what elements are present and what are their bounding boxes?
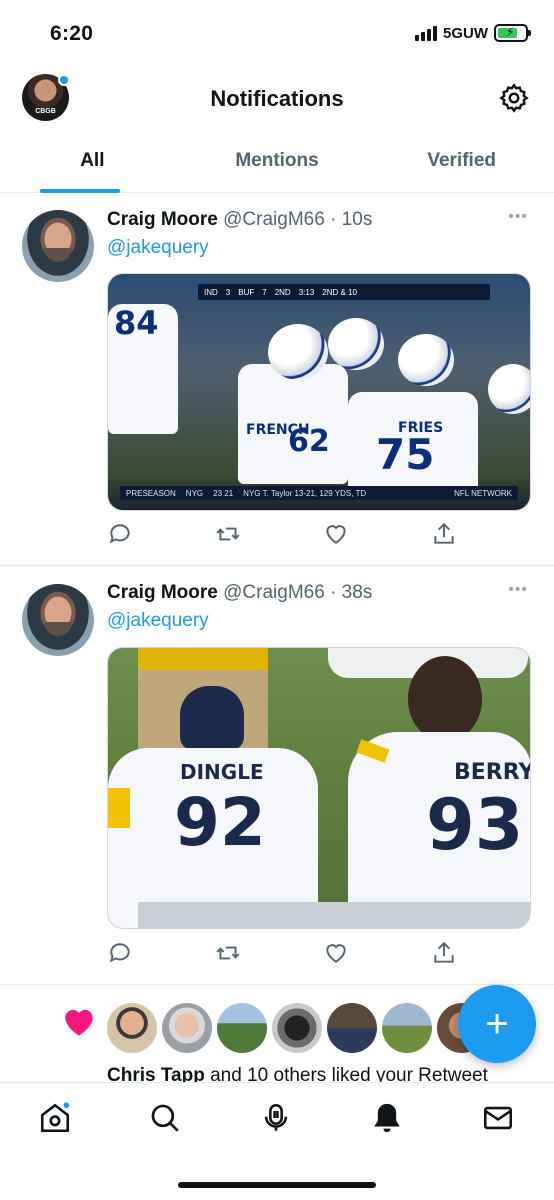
avatar[interactable] — [327, 1003, 377, 1053]
notifications-icon[interactable] — [370, 1101, 404, 1135]
football-image: DINGLE 92 BERRY 93 — [108, 648, 530, 928]
like-icon[interactable] — [323, 940, 349, 966]
avatar[interactable] — [22, 584, 94, 656]
status-bar: 6:20 5GUW ⚡ — [0, 0, 554, 70]
header: CBGB Notifications — [0, 70, 554, 130]
status-indicators: 5GUW ⚡ — [415, 24, 531, 42]
page-title: Notifications — [210, 86, 344, 111]
tweet-time: · 38s — [330, 582, 373, 603]
compose-button[interactable]: + — [458, 985, 536, 1063]
reply-icon[interactable] — [107, 521, 133, 547]
author-handle[interactable]: @CraigM66 — [223, 582, 325, 603]
tweet-actions — [107, 940, 457, 966]
tweet[interactable]: Craig Moore @CraigM66 · 38s ••• @jakeque… — [0, 566, 554, 985]
avatar[interactable] — [272, 1003, 322, 1053]
new-indicator-dot — [58, 74, 70, 86]
spaces-icon[interactable] — [259, 1101, 293, 1135]
tab-verified[interactable]: Verified — [369, 140, 554, 192]
author-name[interactable]: Craig Moore — [107, 209, 218, 230]
tweet-header: Craig Moore @CraigM66 · 10s — [107, 209, 372, 231]
share-icon[interactable] — [431, 521, 457, 547]
messages-icon[interactable] — [481, 1101, 515, 1135]
search-icon[interactable] — [148, 1101, 182, 1135]
more-options-icon[interactable]: ••• — [508, 581, 528, 599]
author-handle[interactable]: @CraigM66 — [223, 209, 325, 230]
tab-label: Mentions — [235, 150, 319, 171]
scorebug: IND 3 BUF 7 2ND 3:13 2ND & 10 — [198, 284, 490, 300]
tweet-header: Craig Moore @CraigM66 · 38s — [107, 582, 372, 604]
like-icon[interactable] — [323, 521, 349, 547]
avatar[interactable] — [162, 1003, 212, 1053]
tab-bar: All Mentions Verified — [0, 140, 554, 193]
avatar[interactable] — [107, 1003, 157, 1053]
tweet-time: · 10s — [330, 209, 373, 230]
author-name[interactable]: Craig Moore — [107, 582, 218, 603]
tab-all[interactable]: All — [0, 140, 185, 193]
home-icon[interactable] — [38, 1101, 72, 1135]
battery-icon: ⚡ — [494, 24, 531, 42]
network-label: 5GUW — [443, 24, 488, 42]
more-options-icon[interactable]: ••• — [508, 208, 528, 226]
tweet-media[interactable]: IND 3 BUF 7 2ND 3:13 2ND & 10 84 FRENCH … — [107, 273, 531, 511]
bottom-nav — [0, 1082, 554, 1200]
retweet-icon[interactable] — [215, 521, 241, 547]
home-indicator — [178, 1182, 376, 1188]
avatar[interactable] — [22, 210, 94, 282]
tab-mentions[interactable]: Mentions — [185, 140, 370, 192]
gear-icon[interactable] — [498, 82, 530, 114]
status-time: 6:20 — [50, 22, 94, 45]
heart-icon — [65, 1009, 93, 1036]
avatar[interactable] — [382, 1003, 432, 1053]
mention-link[interactable]: @jakequery — [107, 237, 209, 259]
tab-label: All — [80, 150, 105, 171]
reply-icon[interactable] — [107, 940, 133, 966]
liker-avatars — [107, 1003, 487, 1053]
tweet[interactable]: Craig Moore @CraigM66 · 10s ••• @jakeque… — [0, 194, 554, 566]
score-ticker: PRESEASON NYG 23 21 NYG T. Taylor 13-21,… — [120, 486, 518, 500]
tweet-actions — [107, 521, 457, 547]
tab-label: Verified — [427, 150, 496, 171]
mention-link[interactable]: @jakequery — [107, 610, 209, 632]
tweet-media[interactable]: DINGLE 92 BERRY 93 — [107, 647, 531, 929]
active-tab-indicator — [40, 189, 120, 193]
charging-icon: ⚡ — [506, 25, 515, 39]
football-image: IND 3 BUF 7 2ND 3:13 2ND & 10 84 FRENCH … — [108, 274, 530, 510]
retweet-icon[interactable] — [215, 940, 241, 966]
signal-icon — [415, 25, 437, 41]
avatar[interactable] — [217, 1003, 267, 1053]
share-icon[interactable] — [431, 940, 457, 966]
